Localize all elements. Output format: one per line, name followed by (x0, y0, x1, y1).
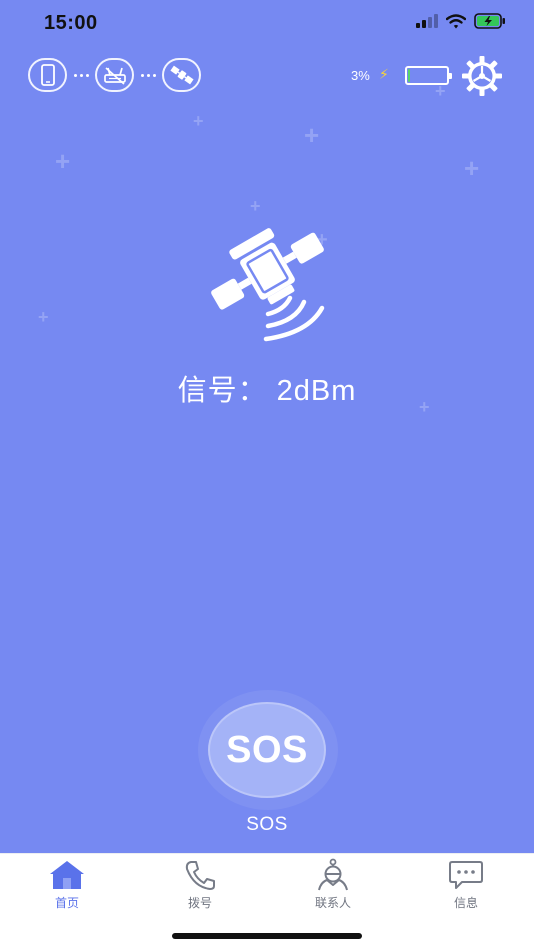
contact-icon (318, 858, 348, 891)
background-sparkle: + (38, 307, 49, 327)
tab-home[interactable]: 首页 (22, 858, 112, 911)
tab-home-label: 首页 (54, 896, 79, 910)
device-battery-percent: 3% (351, 68, 370, 83)
satellite-icon (211, 228, 325, 342)
terminal-connection-node (95, 58, 134, 92)
main-screen: 15:00 3% ⚡ + + + + + + + + + 信号： 2dBm SO… (0, 0, 534, 853)
sos-button[interactable]: SOS (208, 702, 326, 798)
smartphone-icon (40, 64, 55, 86)
connection-dots (67, 73, 95, 77)
tab-contacts[interactable]: 联系人 (288, 858, 378, 911)
cellular-signal-icon (416, 14, 438, 28)
signal-strength-text: 信号： 2dBm (177, 375, 357, 407)
tab-dial[interactable]: 拨号 (155, 858, 245, 911)
background-sparkle: + (55, 146, 71, 176)
message-icon (449, 861, 483, 889)
phone-battery-icon (474, 13, 505, 29)
background-sparkle: + (193, 111, 204, 131)
status-icons (416, 13, 506, 29)
phone-icon (185, 861, 215, 890)
background-sparkle: + (250, 196, 261, 216)
connection-dots (134, 73, 162, 77)
settings-gear-icon[interactable] (461, 55, 503, 97)
status-time: 15:00 (44, 12, 98, 34)
tab-dial-label: 拨号 (187, 896, 212, 910)
charging-bolt-icon: ⚡ (379, 66, 389, 82)
phone-connection-node (28, 58, 67, 92)
background-sparkle: + (435, 81, 446, 101)
satellite-connection-node (162, 58, 201, 92)
connection-status-chain (28, 58, 201, 92)
tab-messages-label: 信息 (453, 896, 478, 910)
satellite-small-icon (169, 65, 194, 85)
wifi-icon (446, 13, 466, 28)
tab-messages[interactable]: 信息 (421, 858, 511, 911)
home-indicator (172, 933, 362, 939)
home-icon (50, 861, 84, 889)
background-sparkle: + (304, 120, 320, 150)
router-disconnected-icon (103, 67, 126, 85)
device-battery-level (408, 69, 410, 82)
tab-contacts-label: 联系人 (314, 896, 351, 910)
background-sparkle: + (464, 153, 480, 183)
sos-label: SOS (246, 814, 288, 835)
